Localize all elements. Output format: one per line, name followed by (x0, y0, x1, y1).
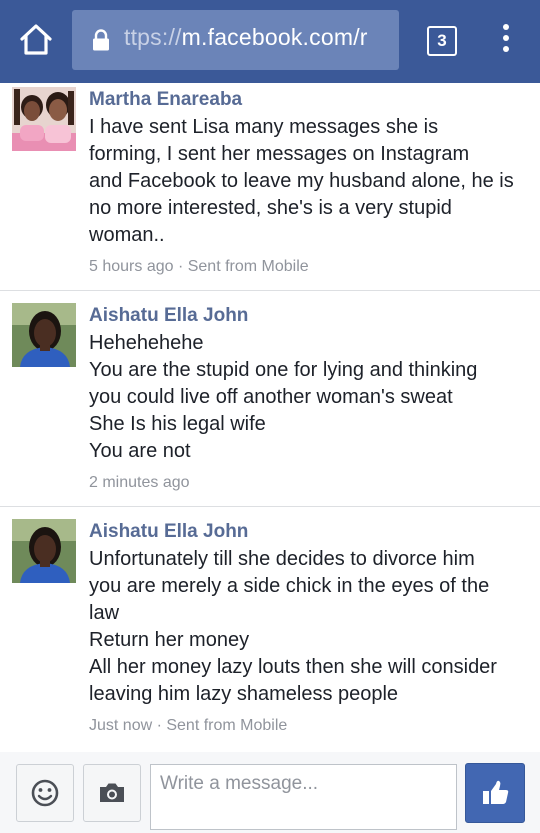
message-item: Martha Enareaba I have sent Lisa many me… (0, 86, 540, 290)
address-bar[interactable]: ttps://m.facebook.com/r (72, 10, 399, 70)
avatar[interactable] (12, 519, 76, 583)
divider (0, 290, 540, 291)
url-text: ttps://m.facebook.com/r (124, 24, 368, 51)
lock-icon (92, 29, 110, 51)
message-line: leaving him lazy shameless people (89, 683, 399, 705)
message-content: Aishatu Ella John Hehehehehe You are the… (89, 302, 529, 495)
message-content: Aishatu Ella John Unfortunately till she… (89, 518, 529, 738)
message-line: no more interested, she's is a very stup… (89, 197, 452, 219)
camera-button[interactable] (83, 764, 141, 822)
smiley-icon (31, 779, 59, 807)
home-icon[interactable] (18, 22, 54, 58)
message-line: you are merely a side chick in the eyes … (89, 575, 490, 597)
avatar[interactable] (12, 87, 76, 151)
browser-toolbar: ttps://m.facebook.com/r 3 (0, 0, 540, 83)
author-name[interactable]: Aishatu Ella John (89, 518, 529, 546)
message-timestamp: 5 hours ago · Sent from Mobile (89, 258, 309, 275)
avatar[interactable] (12, 303, 76, 367)
message-content: Martha Enareaba I have sent Lisa many me… (89, 86, 529, 279)
author-name[interactable]: Martha Enareaba (89, 86, 529, 114)
divider (0, 506, 540, 507)
tab-count-button[interactable]: 3 (427, 26, 457, 56)
message-line: Unfortunately till she decides to divorc… (89, 548, 475, 570)
message-timestamp: 2 minutes ago (89, 474, 190, 491)
message-line: All her money lazy louts then she will c… (89, 656, 497, 678)
message-timestamp: Just now · Sent from Mobile (89, 717, 288, 734)
url-scheme: ttps:// (124, 24, 182, 50)
message-composer (0, 752, 540, 833)
message-line: She Is his legal wife (89, 413, 266, 435)
message-line: woman.. (89, 224, 165, 246)
thumbs-up-icon (483, 780, 509, 804)
message-line: law (89, 602, 120, 624)
message-item: Aishatu Ella John Unfortunately till she… (0, 518, 540, 748)
message-line: You are not (89, 440, 191, 462)
message-item: Aishatu Ella John Hehehehehe You are the… (0, 302, 540, 506)
like-button[interactable] (465, 763, 525, 823)
message-line: you could live off another woman's sweat (89, 386, 453, 408)
message-input[interactable] (150, 764, 457, 830)
message-line: and Facebook to leave my husband alone, … (89, 170, 514, 192)
message-line: Return her money (89, 629, 250, 651)
message-line: You are the stupid one for lying and thi… (89, 359, 478, 381)
message-line: forming, I sent her messages on Instagra… (89, 143, 470, 165)
author-name[interactable]: Aishatu Ella John (89, 302, 529, 330)
emoji-button[interactable] (16, 764, 74, 822)
url-host: m.facebook.com/r (181, 24, 368, 50)
camera-icon (100, 783, 124, 802)
message-line: Hehehehehe (89, 332, 204, 354)
more-vert-icon[interactable] (496, 24, 516, 58)
message-line: I have sent Lisa many messages she is (89, 116, 439, 138)
